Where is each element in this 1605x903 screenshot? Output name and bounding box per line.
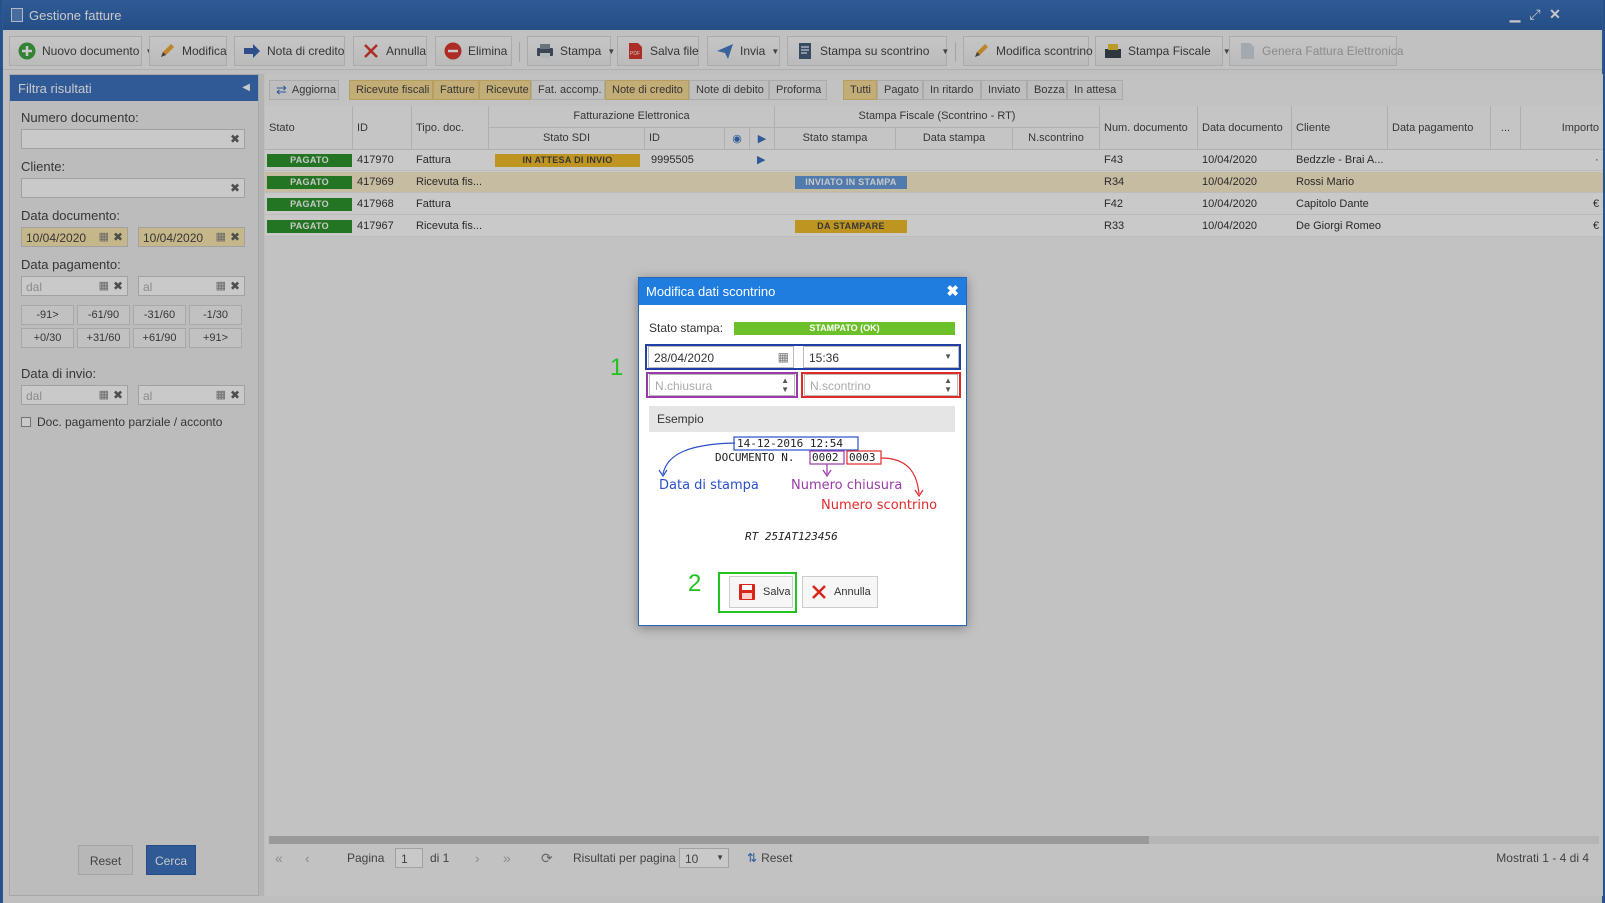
- print-status-badge: STAMPATO (OK): [734, 322, 955, 335]
- floppy-disk-icon: [739, 584, 755, 600]
- receipt-number-placeholder: N.scontrino: [810, 379, 871, 393]
- closure-number-input[interactable]: N.chiusura ▲ ▼: [649, 374, 795, 396]
- dialog-title: Modifica dati scontrino: [646, 284, 776, 299]
- print-status-label: Stato stampa:: [649, 321, 724, 335]
- print-date-caption: Data di stampa: [659, 478, 759, 493]
- receipt-rt-text: RT 25IAT123456: [745, 530, 838, 543]
- receipt-datetime-text: 14-12-2016 12:54: [737, 437, 843, 450]
- receipt-number-caption: Numero scontrino: [821, 498, 937, 513]
- closure-number-placeholder: N.chiusura: [655, 379, 713, 393]
- cancel-label: Annulla: [834, 586, 871, 598]
- annotation-number-one: 1: [610, 354, 624, 381]
- chevron-down-icon[interactable]: ▼: [944, 352, 952, 361]
- print-date-value: 28/04/2020: [654, 351, 715, 365]
- x-icon: [812, 585, 826, 599]
- calendar-icon[interactable]: ▦: [778, 350, 789, 364]
- receipt-closure-number: 0002: [812, 451, 839, 464]
- print-date-input[interactable]: 28/04/2020 ▦: [648, 346, 794, 368]
- example-section-header: Esempio: [649, 406, 955, 432]
- cancel-button[interactable]: Annulla: [802, 576, 878, 608]
- receipt-receipt-number: 0003: [849, 451, 876, 464]
- save-label: Salva: [763, 586, 791, 598]
- print-time-input[interactable]: 15:36 ▼: [803, 346, 959, 368]
- spinner-icon[interactable]: ▲ ▼: [781, 376, 789, 394]
- print-time-value: 15:36: [809, 351, 840, 365]
- spinner-icon[interactable]: ▲ ▼: [944, 376, 952, 394]
- edit-receipt-dialog: Modifica dati scontrino ✖ Stato stampa: …: [638, 277, 967, 626]
- receipt-example-diagram: 14-12-2016 12:54 DOCUMENTO N. 0002 0003 …: [658, 436, 937, 543]
- save-button[interactable]: Salva: [729, 576, 793, 608]
- closure-number-caption: Numero chiusura: [791, 478, 902, 493]
- receipt-doc-text: DOCUMENTO N.: [715, 451, 794, 464]
- dialog-close-icon[interactable]: ✖: [946, 282, 959, 300]
- receipt-number-input[interactable]: N.scontrino ▲ ▼: [804, 374, 958, 396]
- dialog-header: Modifica dati scontrino ✖: [639, 278, 966, 305]
- annotation-number-two: 2: [688, 570, 702, 597]
